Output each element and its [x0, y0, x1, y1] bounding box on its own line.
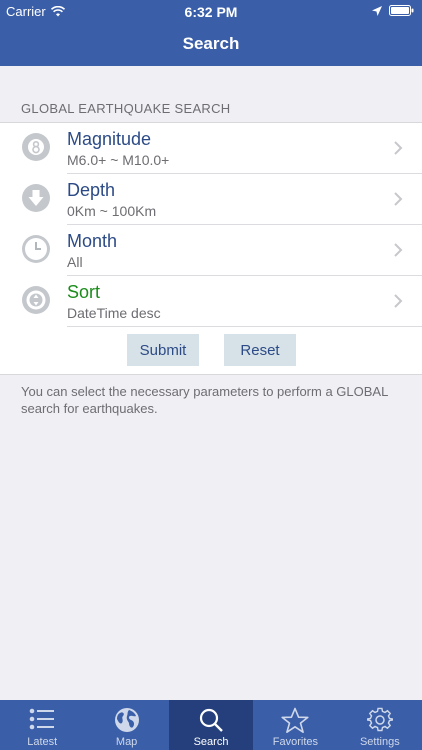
month-title: Month [67, 231, 118, 251]
reset-button[interactable]: Reset [224, 334, 296, 366]
search-help-text: You can select the necessary parameters … [21, 384, 388, 416]
tab-label: Favorites [272, 736, 319, 748]
tab-label: Map [115, 736, 138, 748]
clock-icon [22, 235, 50, 263]
tab-search[interactable]: Search [168, 700, 254, 750]
tab-bar: Latest Map Search Favorites Settings [0, 700, 422, 750]
tab-settings[interactable]: Settings [338, 700, 422, 750]
magnitude-title: Magnitude [67, 129, 152, 149]
list-icon [29, 708, 55, 730]
sort-value: DateTime desc [67, 305, 161, 321]
depth-value: 0Km ~ 100Km [67, 203, 157, 219]
battery-icon [389, 5, 414, 16]
page-title: Search [182, 34, 240, 53]
depth-title: Depth [67, 180, 116, 200]
submit-button[interactable]: Submit [127, 334, 199, 366]
search-parameters-card: Magnitude M6.0+ ~ M10.0+ Depth 0Km ~ 100… [0, 122, 422, 375]
tab-label: Settings [359, 736, 400, 748]
row-separator [67, 326, 422, 327]
month-value: All [67, 254, 83, 270]
tab-map[interactable]: Map [84, 700, 168, 750]
magnitude-row[interactable]: Magnitude M6.0+ ~ M10.0+ [0, 123, 422, 174]
top-bar: Carrier 6:32 PM Search [0, 0, 422, 66]
tab-label: Latest [27, 736, 58, 748]
status-bar: Carrier 6:32 PM [0, 0, 422, 22]
magnitude-8-icon [22, 133, 50, 161]
search-icon [199, 708, 223, 732]
chevron-right-icon [394, 141, 403, 155]
sort-icon [22, 286, 50, 314]
sort-row[interactable]: Sort DateTime desc [0, 276, 422, 327]
magnitude-value: M6.0+ ~ M10.0+ [67, 152, 170, 168]
chevron-right-icon [394, 243, 403, 257]
sort-title: Sort [67, 282, 101, 302]
month-row[interactable]: Month All [0, 225, 422, 276]
chevron-right-icon [394, 192, 403, 206]
globe-icon [114, 708, 139, 732]
star-icon [281, 707, 310, 733]
tab-latest[interactable]: Latest [0, 700, 84, 750]
depth-arrow-down-icon [22, 184, 50, 212]
tab-favorites[interactable]: Favorites [253, 700, 337, 750]
chevron-right-icon [394, 294, 403, 308]
section-header: GLOBAL EARTHQUAKE SEARCH [21, 101, 231, 116]
tab-label: Search [193, 736, 229, 748]
status-time: 6:32 PM [184, 4, 238, 20]
depth-row[interactable]: Depth 0Km ~ 100Km [0, 174, 422, 225]
location-arrow-icon [372, 5, 382, 16]
gear-icon [366, 707, 393, 732]
